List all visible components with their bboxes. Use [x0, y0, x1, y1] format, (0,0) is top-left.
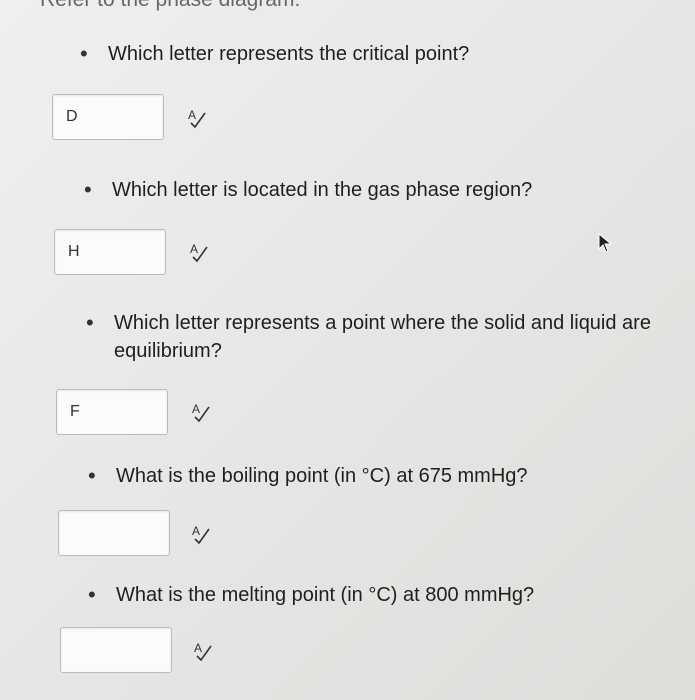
bullet: •	[80, 41, 88, 66]
spell-check-icon[interactable]: A	[190, 523, 212, 545]
bullet: •	[88, 582, 96, 607]
question-4-text: What is the boiling point (in °C) at 675…	[116, 465, 528, 487]
answer-input-1[interactable]	[52, 94, 164, 140]
bullet: •	[84, 177, 92, 202]
question-3-text-line2: equilibrium?	[114, 340, 222, 362]
spell-check-icon[interactable]: A	[188, 241, 210, 263]
svg-text:A: A	[192, 524, 200, 538]
bullet: •	[86, 310, 94, 335]
question-3-text-line1: Which letter represents a point where th…	[114, 312, 651, 334]
question-2: • Which letter is located in the gas pha…	[84, 176, 532, 204]
spell-check-icon[interactable]: A	[190, 401, 212, 423]
question-1: • Which letter represents the critical p…	[80, 40, 469, 68]
question-3: • Which letter represents a point where …	[86, 309, 651, 365]
spell-check-icon[interactable]: A	[192, 640, 214, 662]
svg-text:A: A	[194, 641, 202, 655]
answer-input-2[interactable]	[54, 229, 166, 275]
question-1-text: Which letter represents the critical poi…	[108, 43, 470, 65]
question-5-text: What is the melting point (in °C) at 800…	[116, 584, 535, 606]
spell-check-icon[interactable]: A	[186, 107, 208, 129]
question-5: • What is the melting point (in °C) at 8…	[88, 581, 534, 609]
question-4: • What is the boiling point (in °C) at 6…	[88, 462, 528, 490]
mouse-pointer-icon	[598, 233, 613, 253]
bullet: •	[88, 463, 96, 488]
svg-text:A: A	[188, 108, 196, 122]
clipped-header-text: Refer to the phase diagram:	[40, 0, 300, 12]
answer-input-3[interactable]	[56, 389, 168, 435]
question-2-text: Which letter is located in the gas phase…	[112, 179, 533, 201]
svg-text:A: A	[190, 242, 198, 256]
answer-input-5[interactable]	[60, 627, 172, 673]
svg-text:A: A	[192, 402, 200, 416]
answer-input-4[interactable]	[58, 510, 170, 556]
